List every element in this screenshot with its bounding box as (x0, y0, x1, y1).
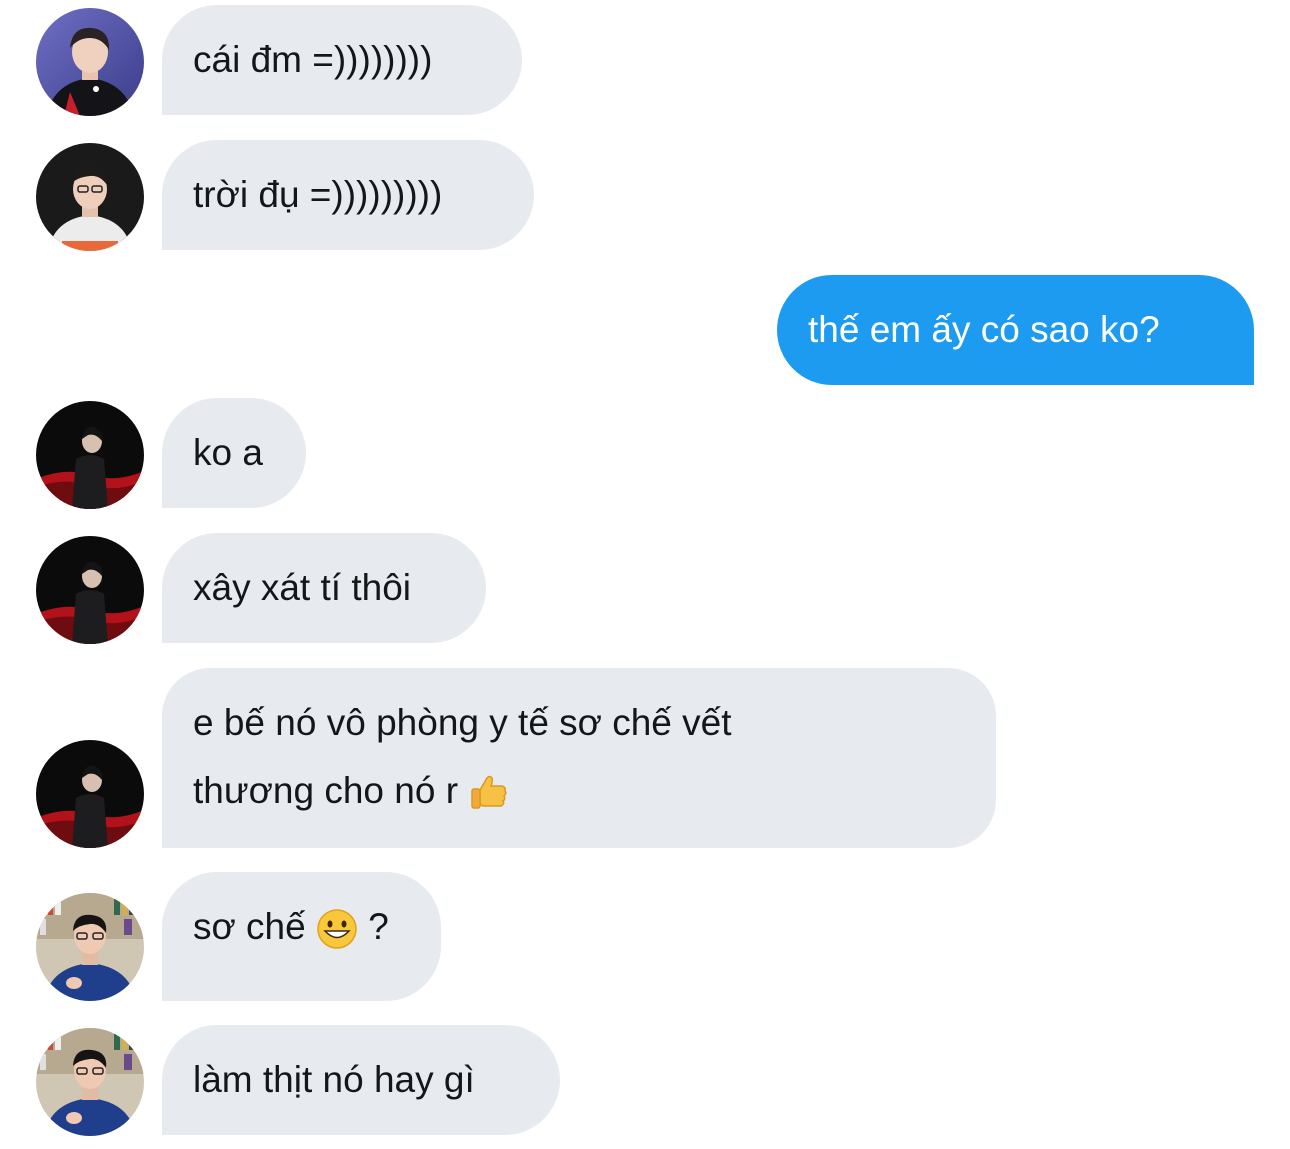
message-bubble-incoming[interactable]: ko a (162, 398, 306, 508)
avatar-bookshelf[interactable] (36, 1028, 144, 1136)
message-text: trời đụ =))))))))) (193, 174, 443, 215)
message-text: làm thịt nó hay gì (193, 1059, 475, 1100)
message-text: cái đm =)))))))) (193, 39, 433, 80)
avatar-bookshelf[interactable] (36, 893, 144, 1001)
message-text: sơ chế (193, 906, 306, 947)
message-text: ? (368, 906, 389, 947)
message-text: thế em ấy có sao ko? (808, 309, 1160, 350)
avatar-red-jersey[interactable] (36, 8, 144, 116)
message-bubble-incoming[interactable]: sơ chế ? (162, 872, 441, 1001)
message-text: ko a (193, 432, 263, 473)
message-bubble-incoming[interactable]: xây xát tí thôi (162, 533, 486, 643)
message-text-line-with-emoji: thương cho nó r (193, 757, 965, 825)
message-bubble-incoming[interactable]: trời đụ =))))))))) (162, 140, 534, 250)
message-text: xây xát tí thôi (193, 567, 411, 608)
message-bubble-outgoing[interactable]: thế em ấy có sao ko? (777, 275, 1254, 385)
thumbs-up-emoji-icon (468, 768, 510, 810)
message-bubble-incoming[interactable]: e bế nó vô phòng y tế sơ chế vết thương … (162, 668, 996, 848)
avatar-dark-stage[interactable] (36, 536, 144, 644)
grinning-face-emoji-icon (316, 904, 358, 949)
avatar-hle-jersey[interactable] (36, 143, 144, 251)
message-bubble-incoming[interactable]: cái đm =)))))))) (162, 5, 522, 115)
avatar-dark-stage[interactable] (36, 401, 144, 509)
message-text: thương cho nó r (193, 770, 459, 811)
message-bubble-incoming[interactable]: làm thịt nó hay gì (162, 1025, 560, 1135)
message-text-line: e bế nó vô phòng y tế sơ chế vết (193, 702, 732, 743)
avatar-dark-stage[interactable] (36, 740, 144, 848)
